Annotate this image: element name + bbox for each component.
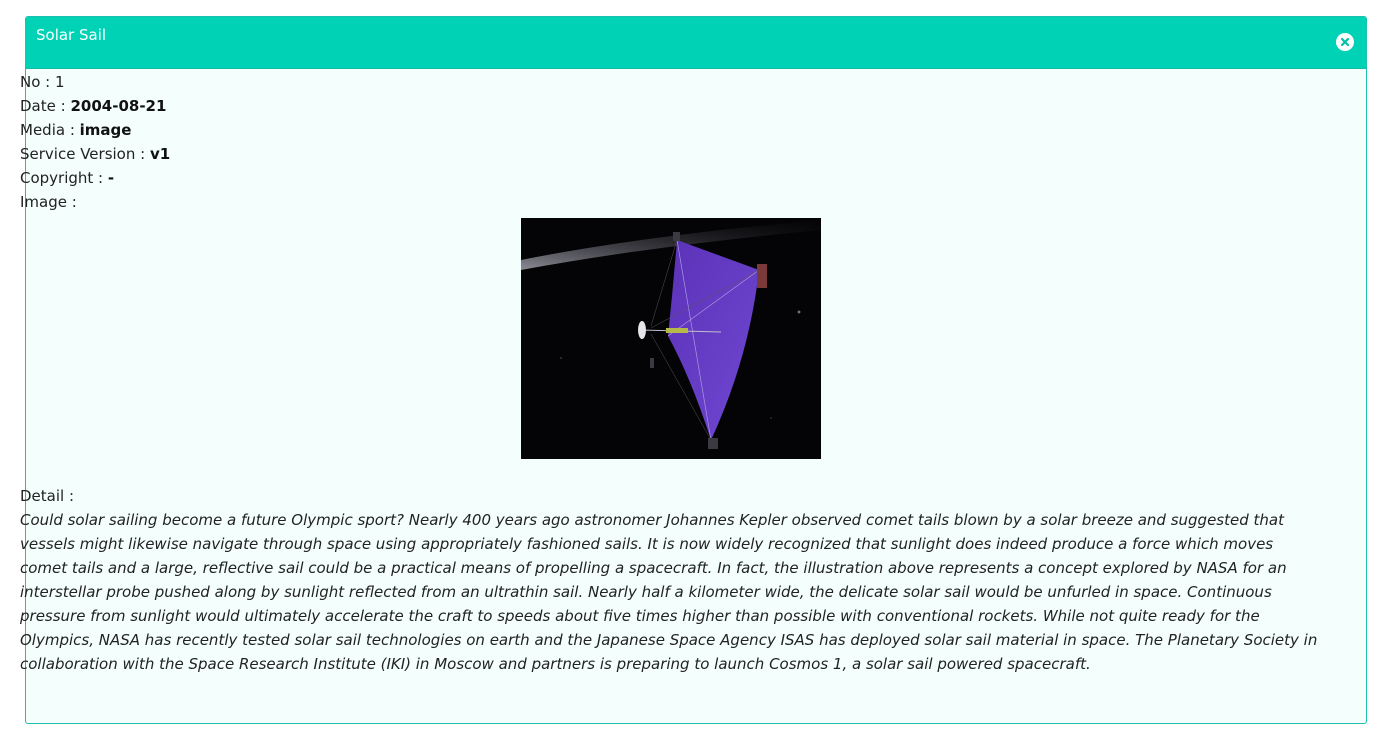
solar-sail-image (521, 218, 821, 459)
dialog-body: No : 1 Date : 2004-08-21 Media : image S… (20, 70, 1322, 676)
date-value: 2004-08-21 (70, 97, 167, 115)
field-copyright: Copyright : - (20, 166, 1322, 190)
no-value: 1 (55, 73, 65, 91)
copyright-label: Copyright : (20, 169, 104, 187)
image-container (20, 218, 1322, 459)
dialog-header: Solar Sail (26, 17, 1366, 69)
detail-text: Could solar sailing become a future Olym… (20, 511, 1318, 673)
field-media: Media : image (20, 118, 1322, 142)
field-image: Image : (20, 190, 1322, 214)
field-date: Date : 2004-08-21 (20, 94, 1322, 118)
field-service-version: Service Version : v1 (20, 142, 1322, 166)
copyright-value: - (107, 169, 115, 187)
date-label: Date : (20, 97, 66, 115)
field-no: No : 1 (20, 70, 1322, 94)
close-icon (1340, 37, 1350, 47)
service-version-label: Service Version : (20, 145, 146, 163)
detail-label: Detail : (20, 487, 75, 505)
service-version-value: v1 (149, 145, 171, 163)
dialog-title: Solar Sail (36, 26, 107, 44)
image-label: Image : (20, 193, 77, 211)
media-label: Media : (20, 121, 75, 139)
no-label: No : (20, 73, 51, 91)
close-button[interactable] (1336, 33, 1354, 51)
media-value: image (79, 121, 132, 139)
solar-sail-illustration (521, 218, 821, 459)
